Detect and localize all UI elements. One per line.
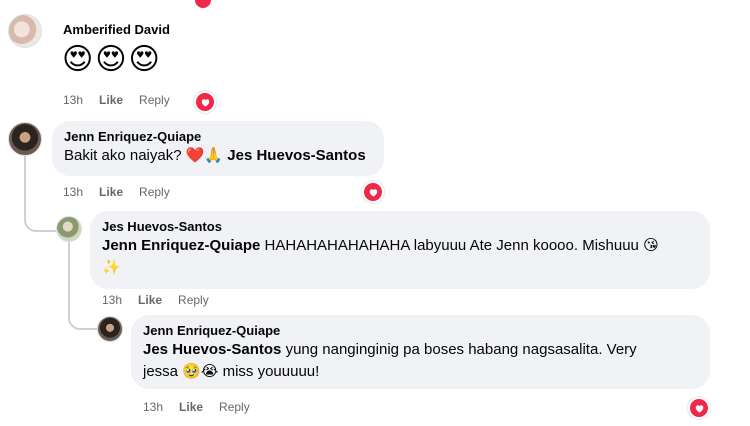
timestamp[interactable]: 13h (143, 400, 163, 414)
like-button[interactable]: Like (99, 185, 123, 199)
like-button[interactable]: Like (138, 293, 162, 307)
comment-actions: 13h Like Reply (63, 185, 170, 199)
comment-text-body: Bakit ako naiyak? (64, 147, 182, 164)
comment-text-body: miss youuuuu! (222, 363, 320, 380)
heart-icon[interactable] (688, 397, 710, 419)
like-button[interactable]: Like (99, 93, 123, 107)
reply-button[interactable]: Reply (139, 93, 170, 107)
heart-icon[interactable] (194, 91, 216, 113)
heart-reaction-icon[interactable] (195, 0, 211, 8)
mention-link[interactable]: Jenn Enriquez-Quiape (102, 237, 260, 254)
comment-text: Jenn Enriquez-Quiape HAHAHAHAHAHAHA laby… (102, 235, 698, 279)
timestamp[interactable]: 13h (63, 93, 83, 107)
mention-link[interactable]: Jes Huevos-Santos (143, 341, 281, 358)
timestamp[interactable]: 13h (63, 185, 83, 199)
avatar[interactable] (97, 316, 123, 342)
avatar[interactable] (56, 216, 82, 242)
timestamp[interactable]: 13h (102, 293, 122, 307)
heart-icon[interactable] (362, 181, 384, 203)
comment-actions: 13h Like Reply (102, 293, 209, 307)
reply-button[interactable]: Reply (178, 293, 209, 307)
emoji-reaction-text: 😍😍😍 (62, 43, 162, 76)
emoji-text: 😘 (643, 237, 659, 254)
reply-button[interactable]: Reply (219, 400, 250, 414)
avatar[interactable] (8, 122, 42, 156)
comment-text: Bakit ako naiyak? ❤️🙏 Jes Huevos-Santos (64, 145, 372, 167)
comment-author[interactable]: Jenn Enriquez-Quiape (143, 323, 698, 339)
comment-author[interactable]: Jes Huevos-Santos (102, 219, 698, 235)
comment-bubble: Jes Huevos-Santos Jenn Enriquez-Quiape H… (90, 211, 710, 289)
thread-connector (24, 154, 56, 232)
avatar[interactable] (8, 14, 42, 48)
like-button[interactable]: Like (179, 400, 203, 414)
comment-text-body: jessa (143, 363, 179, 380)
comment-actions: 13h Like Reply (63, 93, 170, 107)
emoji-text: ✨ (102, 259, 121, 276)
mention-link[interactable]: Jes Huevos-Santos (227, 147, 365, 164)
comment-author[interactable]: Jenn Enriquez-Quiape (64, 129, 372, 145)
emoji-text: ❤️🙏 (185, 147, 224, 164)
comment-text-body: HAHAHAHAHAHAHA labyuuu Ate Jenn koooo. M… (264, 237, 639, 254)
comment-bubble: Jenn Enriquez-Quiape Bakit ako naiyak? ❤… (52, 121, 384, 176)
comment-bubble: Jenn Enriquez-Quiape Jes Huevos-Santos y… (131, 315, 710, 389)
comment-author[interactable]: Amberified David (63, 22, 170, 38)
comment-actions: 13h Like Reply (143, 400, 250, 414)
comment-text-body: yung nanginginig pa boses habang nagsasa… (285, 341, 637, 358)
reply-button[interactable]: Reply (139, 185, 170, 199)
comment-text: Jes Huevos-Santos yung nanginginig pa bo… (143, 339, 698, 383)
emoji-text: 🥹😭 (182, 363, 219, 380)
